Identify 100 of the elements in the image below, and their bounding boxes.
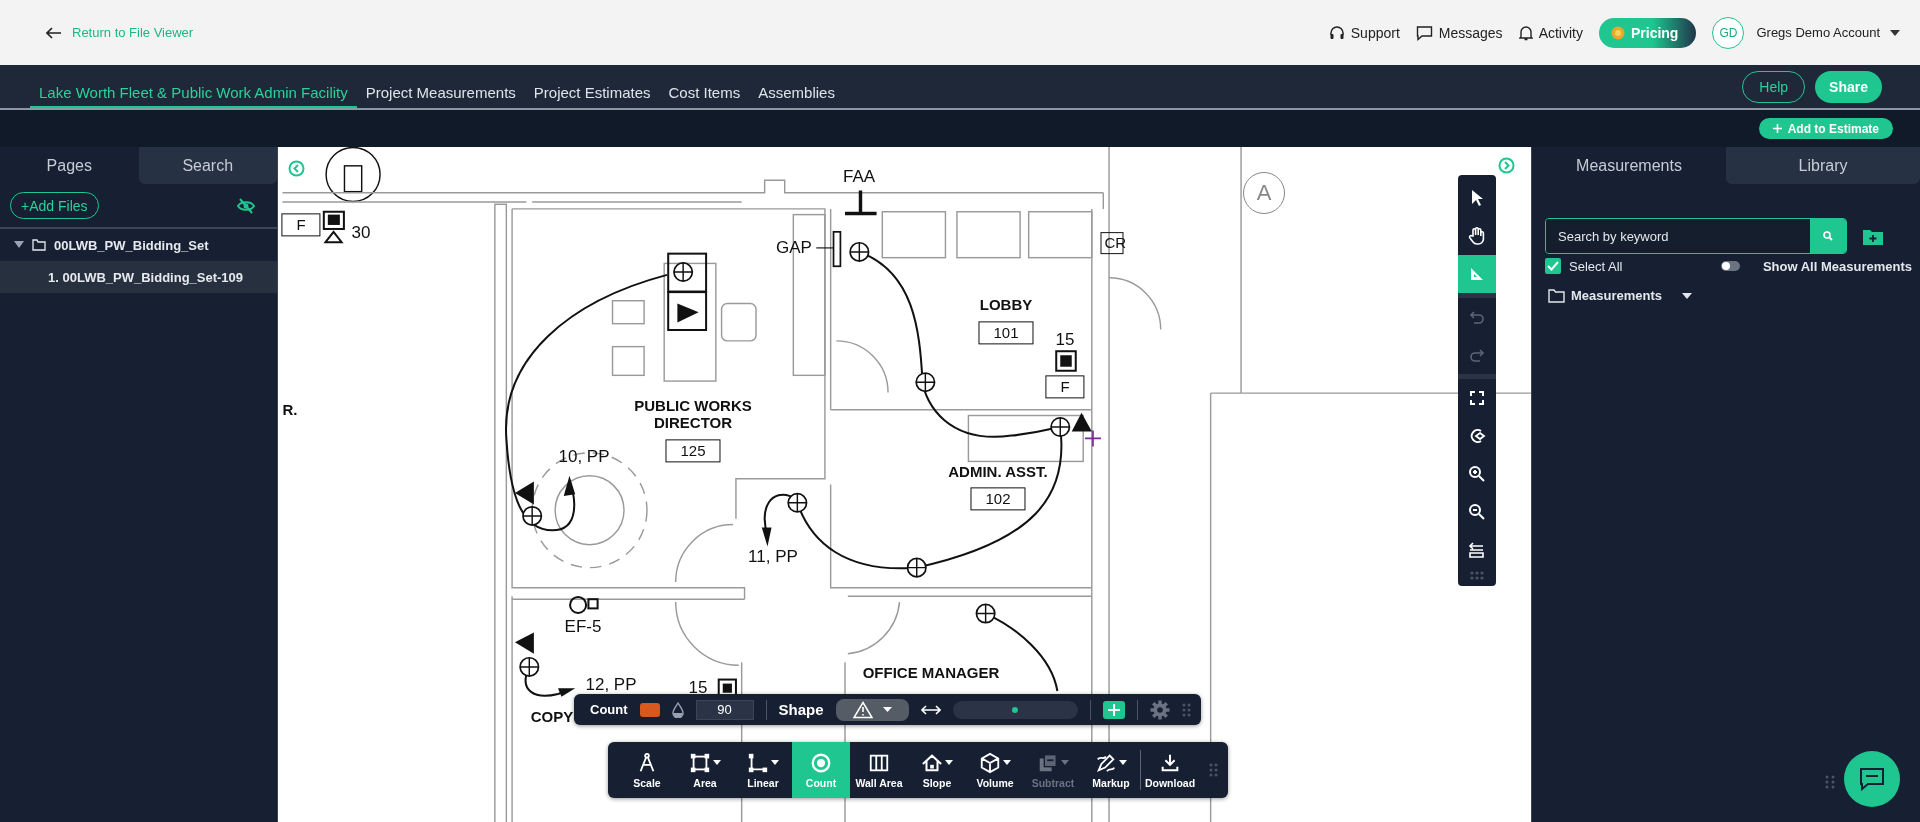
drag-handle-icon[interactable] xyxy=(1824,774,1836,790)
account-name[interactable]: Gregs Demo Account xyxy=(1756,25,1880,40)
slope-tool-button[interactable]: Slope xyxy=(908,742,966,798)
caret-icon[interactable] xyxy=(1890,29,1900,36)
panel-tab[interactable]: Search xyxy=(138,147,277,184)
arrow-head xyxy=(761,527,772,547)
plan-label: GAP xyxy=(776,238,812,258)
color-swatch[interactable] xyxy=(639,702,660,717)
plan-label: ADMIN. ASST. xyxy=(948,463,1048,481)
outlet-symbol xyxy=(673,261,694,283)
linear-tool-button[interactable]: Linear xyxy=(734,742,792,798)
area-tool-button[interactable]: Area xyxy=(676,742,734,798)
new-folder-icon[interactable] xyxy=(1863,227,1883,245)
tool-name: Count xyxy=(590,702,628,717)
checkbox-label: Select All xyxy=(1569,258,1623,274)
plan-label: F xyxy=(281,213,321,237)
settings-icon[interactable] xyxy=(1149,699,1170,720)
count-icon xyxy=(810,751,832,774)
panel-tab[interactable]: Library xyxy=(1726,147,1920,184)
plan-label: PUBLIC WORKS DIRECTOR xyxy=(634,396,752,432)
square-marker xyxy=(722,683,732,693)
plan-label: 10, PP xyxy=(558,447,610,467)
outlet-symbol xyxy=(975,603,996,624)
headset-icon xyxy=(1328,24,1345,41)
drag-handle-icon[interactable] xyxy=(1209,763,1218,777)
toggle-label: Show All Measurements xyxy=(1762,258,1912,274)
select-all-checkbox[interactable] xyxy=(1545,258,1561,274)
volume-icon xyxy=(979,751,1001,774)
caret-icon xyxy=(713,760,721,765)
plan-label: 102 xyxy=(970,487,1026,511)
scale-tool-button[interactable]: Scale xyxy=(618,742,676,798)
search-icon xyxy=(1823,231,1833,241)
shape-dropdown[interactable] xyxy=(835,698,909,721)
arrow-icon xyxy=(46,26,62,39)
project-tab[interactable]: Project Estimates xyxy=(524,84,660,108)
plan-label: COPY xyxy=(530,708,574,726)
download-tool-button[interactable]: Download xyxy=(1141,742,1199,798)
plan-label: OFFICE MANAGER xyxy=(862,664,1000,682)
area-icon xyxy=(689,751,711,774)
plan-label: LOBBY xyxy=(979,296,1033,314)
sun-icon xyxy=(1610,25,1625,40)
file-tree-item[interactable]: 00LWB_PW_Bidding_Set xyxy=(0,229,277,261)
project-tab[interactable]: Project Measurements xyxy=(356,84,525,108)
measurement-folder[interactable]: Measurements xyxy=(1548,288,1920,303)
header-link[interactable]: Messages xyxy=(1415,24,1503,41)
search-field[interactable]: Search by keyword xyxy=(1545,218,1847,254)
plan-label: R. xyxy=(282,401,298,419)
add-button[interactable] xyxy=(1102,700,1125,719)
outlet-symbol xyxy=(906,557,927,578)
outlet-symbol xyxy=(849,241,870,262)
header-link[interactable]: Support xyxy=(1328,24,1400,41)
plan-label: F xyxy=(1045,375,1085,399)
plan-label: 101 xyxy=(978,321,1034,345)
bell-icon xyxy=(1518,24,1533,41)
wall-tool-button[interactable]: Wall Area xyxy=(850,742,908,798)
triangle-marker xyxy=(1071,412,1092,432)
outlet-symbol xyxy=(1050,416,1071,438)
outlet-symbol xyxy=(522,505,543,526)
plus-icon xyxy=(1107,703,1120,716)
folder-icon xyxy=(1548,288,1565,303)
file-tree-item[interactable]: 1. 00LWB_PW_Bidding_Set-109 xyxy=(0,261,277,293)
volume-tool-button[interactable]: Volume xyxy=(966,742,1024,798)
opacity-field[interactable]: 90 xyxy=(695,699,754,720)
opacity-icon xyxy=(671,701,684,718)
triangle-marker xyxy=(514,481,534,505)
caret-icon xyxy=(1003,760,1011,765)
triangle-marker xyxy=(514,632,534,654)
drag-handle-icon[interactable] xyxy=(1470,571,1484,580)
project-tab[interactable]: Cost Items xyxy=(659,84,750,108)
square-marker xyxy=(1060,355,1072,367)
caret-icon xyxy=(1061,760,1069,765)
chat-icon xyxy=(1415,24,1433,41)
caret-icon xyxy=(771,760,779,765)
header-link[interactable]: Activity xyxy=(1518,24,1583,41)
hide-icon[interactable] xyxy=(237,197,255,214)
shape-label: Shape xyxy=(778,701,824,718)
slider-thumb[interactable] xyxy=(1012,706,1019,713)
hand-icon xyxy=(1467,226,1487,246)
plus-icon xyxy=(1772,124,1782,133)
plan-label: 15 xyxy=(1055,330,1075,350)
triangle-marker xyxy=(677,303,699,323)
plan-label: 12, PP xyxy=(585,675,637,695)
markup-tool-button[interactable]: Markup xyxy=(1082,742,1140,798)
caret-icon xyxy=(1119,760,1127,765)
drag-handle-icon[interactable] xyxy=(1181,702,1191,717)
width-slider[interactable] xyxy=(952,700,1078,719)
grid-bubble: A xyxy=(1243,172,1285,214)
expand-caret-icon[interactable] xyxy=(14,241,24,249)
outlet-symbol xyxy=(519,656,540,677)
plan-label: 11, PP xyxy=(748,547,798,567)
outlet-symbol xyxy=(915,372,936,393)
toolbar-icon xyxy=(1467,540,1487,560)
project-tab[interactable]: Assemblies xyxy=(749,84,844,108)
chat-button[interactable] xyxy=(1844,751,1900,807)
folder-icon xyxy=(32,239,46,251)
project-tab[interactable]: Lake Worth Fleet & Public Work Admin Facility xyxy=(30,84,357,108)
plan-label: EF-5 xyxy=(564,617,602,637)
square-marker xyxy=(327,214,340,225)
toggle-switch[interactable] xyxy=(1720,261,1740,271)
arrow-head xyxy=(563,475,576,496)
